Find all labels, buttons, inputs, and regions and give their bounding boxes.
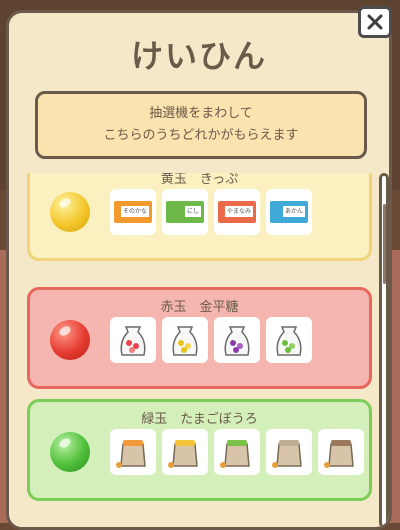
ticket-blue-icon: あかん — [266, 189, 312, 235]
dialog-title: けいひん — [130, 37, 267, 75]
scrollbar-thumb[interactable] — [383, 204, 386, 284]
candy-bag-red-icon — [110, 317, 156, 363]
cookie-bag-plain-icon — [266, 429, 312, 475]
yellow-ball-icon — [50, 192, 90, 232]
reward-name: 緑玉 たまごぼうろ — [141, 412, 258, 427]
info-line-2: こちらのうちどれかがもらえます — [103, 128, 299, 143]
candy-bag-purple-icon — [214, 317, 260, 363]
reward-card-green: 緑玉 たまごぼうろ — [27, 399, 372, 501]
cookie-bag-green-icon — [214, 429, 260, 475]
list-scrollbar[interactable] — [379, 173, 389, 527]
reward-list[interactable]: 黄玉 きっぷ そのかな にし やまなみ あかん 赤玉 金平糖 緑玉 たまごぼうろ — [27, 173, 372, 527]
info-line-1: 抽選機をまわして — [149, 106, 253, 121]
close-button[interactable] — [358, 6, 392, 38]
ticket-red-icon: やまなみ — [214, 189, 260, 235]
reward-name: 赤玉 金平糖 — [160, 300, 239, 315]
candy-bag-green-icon — [266, 317, 312, 363]
reward-name: 黄玉 きっぷ — [160, 173, 239, 187]
green-ball-icon — [50, 432, 90, 472]
cookie-bag-yellow-icon — [162, 429, 208, 475]
close-icon — [367, 14, 383, 30]
red-ball-icon — [50, 320, 90, 360]
ticket-green-icon: にし — [162, 189, 208, 235]
info-box: 抽選機をまわして こちらのうちどれかがもらえます — [35, 91, 367, 159]
candy-bag-yellow-icon — [162, 317, 208, 363]
rewards-dialog: けいひん 抽選機をまわして こちらのうちどれかがもらえます 黄玉 きっぷ そのか… — [6, 10, 392, 530]
cookie-bag-orange-icon — [110, 429, 156, 475]
cookie-bag-brown-icon — [318, 429, 364, 475]
reward-card-yellow: 黄玉 きっぷ そのかな にし やまなみ あかん — [27, 173, 372, 261]
reward-card-red: 赤玉 金平糖 — [27, 287, 372, 389]
ticket-orange-icon: そのかな — [110, 189, 156, 235]
